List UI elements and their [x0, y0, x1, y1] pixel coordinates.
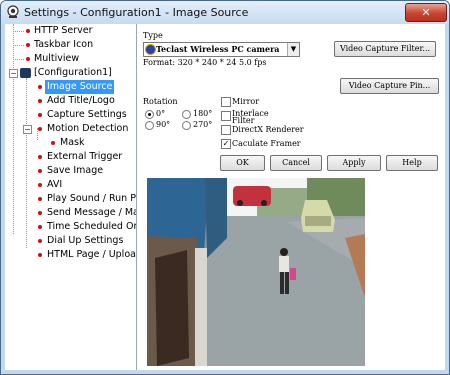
apply-button[interactable]: Apply — [327, 155, 381, 171]
tree-item-label: HTML Page / Upload — [47, 249, 137, 260]
bullet-icon — [38, 113, 42, 117]
tree-item-label: AVI — [47, 179, 63, 190]
bullet-icon — [38, 155, 42, 159]
bullet-icon — [26, 57, 30, 61]
tree-item-label: Multiview — [34, 53, 80, 64]
window-client-area: HTTP Server Taskbar Icon Multiview − [Co… — [5, 24, 445, 370]
rotation-180-radio[interactable] — [182, 110, 191, 119]
bullet-icon — [38, 197, 42, 201]
interlace-checkbox[interactable] — [221, 111, 231, 121]
camera-preview-image — [147, 178, 365, 366]
tree-item-label: [Configuration1] — [34, 67, 112, 78]
collapse-icon[interactable]: − — [9, 69, 18, 78]
settings-window: Settings - Configuration1 - Image Source… — [0, 0, 450, 375]
window-title: Settings - Configuration1 - Image Source — [24, 6, 249, 19]
bullet-icon — [38, 169, 42, 173]
camera-select-value: Teclast Wireless PC camera — [156, 44, 280, 54]
rotation-270-radio[interactable] — [182, 121, 191, 130]
ok-button[interactable]: OK — [220, 155, 265, 171]
rotation-90-radio[interactable] — [145, 121, 154, 130]
tree-item-label: Time Scheduled On/C — [47, 221, 136, 232]
tree-item-label: Save Image — [47, 165, 104, 176]
bullet-icon — [38, 239, 42, 243]
mirror-checkbox[interactable] — [221, 97, 231, 107]
tree-guide-line — [13, 31, 24, 32]
video-preview — [147, 178, 365, 366]
bullet-icon — [26, 29, 30, 33]
app-camera-icon — [7, 5, 19, 18]
bullet-icon — [38, 225, 42, 229]
framerate-label: Caculate Framerate — [232, 139, 301, 148]
bullet-icon — [38, 253, 42, 257]
interlace-label: Interlace Filter — [232, 109, 269, 125]
tree-guide-line — [13, 24, 14, 234]
rotation-180-label: 180° — [193, 109, 213, 118]
camera-icon — [20, 68, 31, 78]
tree-item-label: Image Source — [45, 80, 115, 94]
tree-guide-line — [13, 59, 24, 60]
rotation-270-label: 270° — [193, 120, 213, 129]
tree-item-label: External Trigger — [47, 151, 123, 162]
tree-item-label: Dial Up Settings — [47, 235, 124, 246]
bullet-icon — [38, 99, 42, 103]
tree-item-label: Send Message / Mai — [47, 207, 137, 218]
cancel-button[interactable]: Cancel — [270, 155, 322, 171]
bullet-icon — [26, 43, 30, 47]
rotation-label: Rotation — [143, 97, 178, 106]
help-button[interactable]: Help — [386, 155, 438, 171]
video-capture-pin-button[interactable]: Video Capture Pin... — [340, 78, 439, 94]
tree-guide-line — [26, 78, 27, 248]
image-source-panel: Type Teclast Wireless PC camera ▼ Format… — [137, 24, 445, 370]
tree-guide-line — [13, 45, 24, 46]
tree-item-label: Play Sound / Run Prc — [47, 193, 137, 204]
rotation-0-label: 0° — [156, 109, 166, 118]
tree-item-label: Add Title/Logo — [47, 95, 115, 106]
bullet-icon — [38, 211, 42, 215]
mirror-label: Mirror — [232, 97, 260, 106]
tree-item-label: Motion Detection — [47, 123, 129, 134]
close-button[interactable]: ✕ — [405, 3, 447, 22]
settings-tree[interactable]: HTTP Server Taskbar Icon Multiview − [Co… — [5, 24, 137, 370]
bullet-icon — [38, 85, 42, 89]
type-label: Type — [143, 31, 163, 40]
video-capture-filter-button[interactable]: Video Capture Filter... — [334, 41, 436, 57]
rotation-90-label: 90° — [156, 120, 171, 129]
tree-item-label: Taskbar Icon — [34, 39, 94, 50]
framerate-checkbox[interactable]: ✓ — [221, 139, 231, 149]
camera-device-icon — [145, 44, 156, 55]
format-text: Format: 320 * 240 * 24 5.0 fps — [143, 58, 267, 67]
rotation-0-radio[interactable] — [145, 110, 154, 119]
camera-select[interactable]: Teclast Wireless PC camera ▼ — [143, 42, 300, 57]
directx-checkbox[interactable] — [221, 125, 231, 135]
bullet-icon — [51, 141, 55, 145]
title-bar[interactable]: Settings - Configuration1 - Image Source… — [1, 1, 449, 24]
tree-item-label: Capture Settings — [47, 109, 127, 120]
bullet-icon — [38, 183, 42, 187]
chevron-down-icon[interactable]: ▼ — [287, 43, 299, 56]
bullet-icon — [38, 127, 42, 131]
collapse-icon[interactable]: − — [23, 125, 32, 134]
tree-item-label: Mask — [60, 137, 85, 148]
directx-label: DirectX Renderer — [232, 125, 304, 134]
tree-item-label: HTTP Server — [34, 25, 93, 36]
